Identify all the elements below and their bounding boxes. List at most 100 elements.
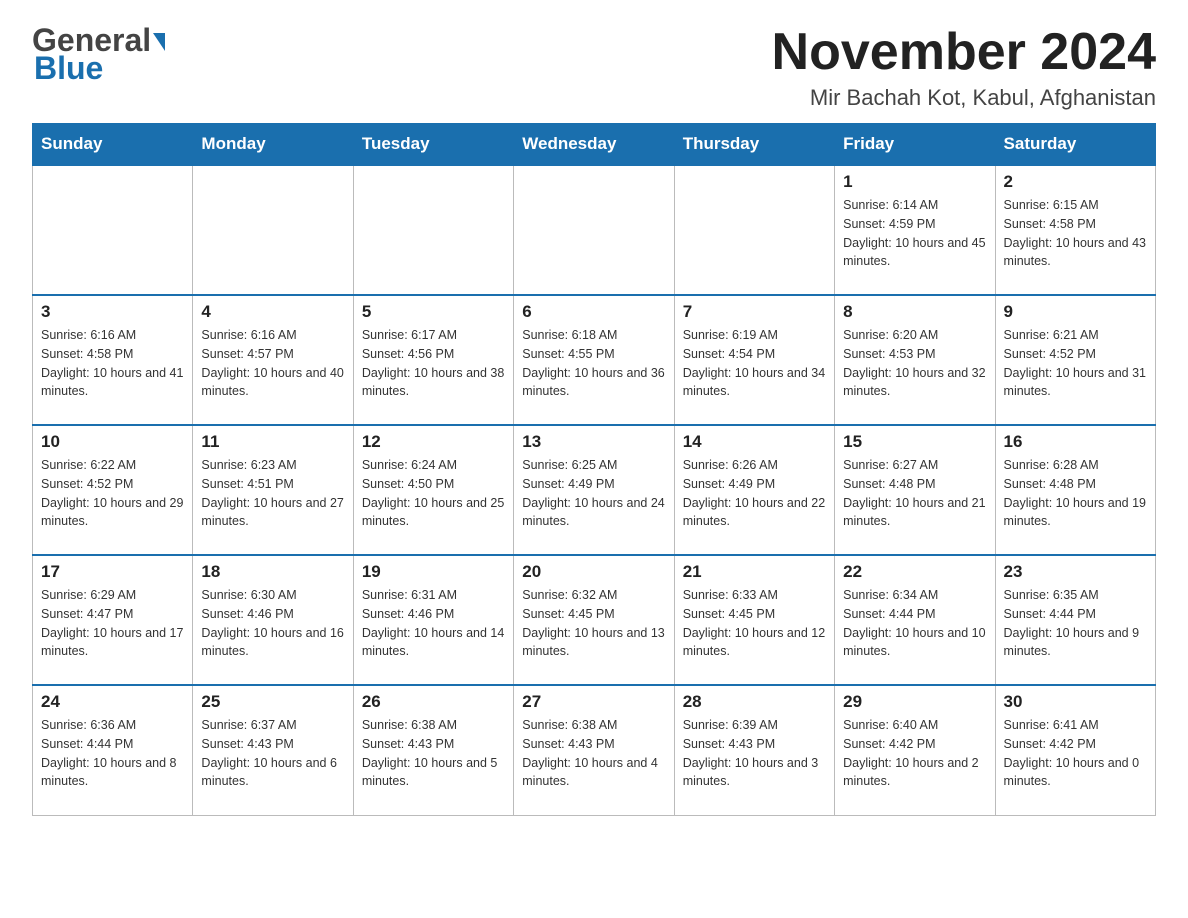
calendar-header-wednesday: Wednesday — [514, 124, 674, 166]
day-number: 26 — [362, 692, 505, 712]
day-number: 24 — [41, 692, 184, 712]
calendar-cell: 9 Sunrise: 6:21 AMSunset: 4:52 PMDaylight… — [995, 295, 1155, 425]
day-info: Sunrise: 6:40 AMSunset: 4:42 PMDaylight:… — [843, 716, 986, 791]
day-info: Sunrise: 6:36 AMSunset: 4:44 PMDaylight:… — [41, 716, 184, 791]
day-number: 15 — [843, 432, 986, 452]
day-number: 5 — [362, 302, 505, 322]
calendar-cell: 27 Sunrise: 6:38 AMSunset: 4:43 PMDayligh… — [514, 685, 674, 815]
day-number: 11 — [201, 432, 344, 452]
day-info: Sunrise: 6:39 AMSunset: 4:43 PMDaylight:… — [683, 716, 826, 791]
calendar-cell — [514, 165, 674, 295]
day-number: 19 — [362, 562, 505, 582]
day-number: 4 — [201, 302, 344, 322]
day-info: Sunrise: 6:27 AMSunset: 4:48 PMDaylight:… — [843, 456, 986, 531]
calendar-cell: 6 Sunrise: 6:18 AMSunset: 4:55 PMDaylight… — [514, 295, 674, 425]
calendar-cell — [353, 165, 513, 295]
day-info: Sunrise: 6:38 AMSunset: 4:43 PMDaylight:… — [362, 716, 505, 791]
logo-triangle-icon — [153, 33, 165, 51]
calendar-cell: 14 Sunrise: 6:26 AMSunset: 4:49 PMDayligh… — [674, 425, 834, 555]
calendar-cell — [33, 165, 193, 295]
day-info: Sunrise: 6:26 AMSunset: 4:49 PMDaylight:… — [683, 456, 826, 531]
day-number: 13 — [522, 432, 665, 452]
calendar-header-row: SundayMondayTuesdayWednesdayThursdayFrid… — [33, 124, 1156, 166]
logo-blue-text: Blue — [34, 50, 103, 87]
calendar-cell: 8Sunrise: 6:20 AMSunset: 4:53 PMDaylight… — [835, 295, 995, 425]
calendar-cell: 3 Sunrise: 6:16 AMSunset: 4:58 PMDaylight… — [33, 295, 193, 425]
calendar-cell: 25Sunrise: 6:37 AMSunset: 4:43 PMDayligh… — [193, 685, 353, 815]
calendar-cell: 2 Sunrise: 6:15 AMSunset: 4:58 PMDaylight… — [995, 165, 1155, 295]
calendar-cell: 15 Sunrise: 6:27 AMSunset: 4:48 PMDayligh… — [835, 425, 995, 555]
calendar-cell: 10 Sunrise: 6:22 AMSunset: 4:52 PMDayligh… — [33, 425, 193, 555]
calendar-cell: 21 Sunrise: 6:33 AMSunset: 4:45 PMDayligh… — [674, 555, 834, 685]
day-number: 16 — [1004, 432, 1147, 452]
calendar-week-row: 24 Sunrise: 6:36 AMSunset: 4:44 PMDayligh… — [33, 685, 1156, 815]
day-number: 2 — [1004, 172, 1147, 192]
day-info: Sunrise: 6:16 AMSunset: 4:57 PMDaylight:… — [201, 326, 344, 401]
calendar-cell: 18Sunrise: 6:30 AMSunset: 4:46 PMDayligh… — [193, 555, 353, 685]
day-number: 29 — [843, 692, 986, 712]
day-number: 30 — [1004, 692, 1147, 712]
day-number: 22 — [843, 562, 986, 582]
calendar-header-thursday: Thursday — [674, 124, 834, 166]
day-info: Sunrise: 6:17 AMSunset: 4:56 PMDaylight:… — [362, 326, 505, 401]
calendar-header-tuesday: Tuesday — [353, 124, 513, 166]
calendar-cell: 23 Sunrise: 6:35 AMSunset: 4:44 PMDayligh… — [995, 555, 1155, 685]
calendar-cell: 13 Sunrise: 6:25 AMSunset: 4:49 PMDayligh… — [514, 425, 674, 555]
day-number: 28 — [683, 692, 826, 712]
calendar-header-sunday: Sunday — [33, 124, 193, 166]
calendar-cell: 5 Sunrise: 6:17 AMSunset: 4:56 PMDaylight… — [353, 295, 513, 425]
day-info: Sunrise: 6:25 AMSunset: 4:49 PMDaylight:… — [522, 456, 665, 531]
day-number: 14 — [683, 432, 826, 452]
day-number: 10 — [41, 432, 184, 452]
calendar-cell: 1Sunrise: 6:14 AMSunset: 4:59 PMDaylight… — [835, 165, 995, 295]
day-number: 21 — [683, 562, 826, 582]
calendar-header-monday: Monday — [193, 124, 353, 166]
calendar-cell: 28 Sunrise: 6:39 AMSunset: 4:43 PMDayligh… — [674, 685, 834, 815]
calendar-cell: 24 Sunrise: 6:36 AMSunset: 4:44 PMDayligh… — [33, 685, 193, 815]
calendar-cell — [193, 165, 353, 295]
day-info: Sunrise: 6:28 AMSunset: 4:48 PMDaylight:… — [1004, 456, 1147, 531]
title-area: November 2024 Mir Bachah Kot, Kabul, Afg… — [772, 24, 1156, 111]
calendar-cell: 22 Sunrise: 6:34 AMSunset: 4:44 PMDayligh… — [835, 555, 995, 685]
day-number: 12 — [362, 432, 505, 452]
day-info: Sunrise: 6:30 AMSunset: 4:46 PMDaylight:… — [201, 586, 344, 661]
day-number: 17 — [41, 562, 184, 582]
calendar-cell: 11 Sunrise: 6:23 AMSunset: 4:51 PMDayligh… — [193, 425, 353, 555]
day-info: Sunrise: 6:38 AMSunset: 4:43 PMDaylight:… — [522, 716, 665, 791]
day-number: 23 — [1004, 562, 1147, 582]
page-header: General Blue November 2024 Mir Bachah Ko… — [32, 24, 1156, 111]
day-info: Sunrise: 6:22 AMSunset: 4:52 PMDaylight:… — [41, 456, 184, 531]
day-info: Sunrise: 6:15 AMSunset: 4:58 PMDaylight:… — [1004, 196, 1147, 271]
calendar-cell: 7Sunrise: 6:19 AMSunset: 4:54 PMDaylight… — [674, 295, 834, 425]
calendar-cell: 29 Sunrise: 6:40 AMSunset: 4:42 PMDayligh… — [835, 685, 995, 815]
day-info: Sunrise: 6:16 AMSunset: 4:58 PMDaylight:… — [41, 326, 184, 401]
day-info: Sunrise: 6:35 AMSunset: 4:44 PMDaylight:… — [1004, 586, 1147, 661]
day-info: Sunrise: 6:23 AMSunset: 4:51 PMDaylight:… — [201, 456, 344, 531]
day-number: 3 — [41, 302, 184, 322]
day-info: Sunrise: 6:32 AMSunset: 4:45 PMDaylight:… — [522, 586, 665, 661]
day-info: Sunrise: 6:37 AMSunset: 4:43 PMDaylight:… — [201, 716, 344, 791]
calendar-week-row: 1Sunrise: 6:14 AMSunset: 4:59 PMDaylight… — [33, 165, 1156, 295]
day-number: 9 — [1004, 302, 1147, 322]
day-info: Sunrise: 6:18 AMSunset: 4:55 PMDaylight:… — [522, 326, 665, 401]
calendar-header-saturday: Saturday — [995, 124, 1155, 166]
day-number: 27 — [522, 692, 665, 712]
main-title: November 2024 — [772, 24, 1156, 81]
calendar-cell: 17 Sunrise: 6:29 AMSunset: 4:47 PMDayligh… — [33, 555, 193, 685]
day-info: Sunrise: 6:34 AMSunset: 4:44 PMDaylight:… — [843, 586, 986, 661]
calendar-cell: 30 Sunrise: 6:41 AMSunset: 4:42 PMDayligh… — [995, 685, 1155, 815]
calendar-table: SundayMondayTuesdayWednesdayThursdayFrid… — [32, 123, 1156, 816]
subtitle: Mir Bachah Kot, Kabul, Afghanistan — [772, 85, 1156, 111]
day-number: 1 — [843, 172, 986, 192]
day-info: Sunrise: 6:41 AMSunset: 4:42 PMDaylight:… — [1004, 716, 1147, 791]
calendar-cell — [674, 165, 834, 295]
day-number: 6 — [522, 302, 665, 322]
calendar-cell: 12Sunrise: 6:24 AMSunset: 4:50 PMDayligh… — [353, 425, 513, 555]
day-info: Sunrise: 6:33 AMSunset: 4:45 PMDaylight:… — [683, 586, 826, 661]
day-info: Sunrise: 6:21 AMSunset: 4:52 PMDaylight:… — [1004, 326, 1147, 401]
day-info: Sunrise: 6:29 AMSunset: 4:47 PMDaylight:… — [41, 586, 184, 661]
logo: General Blue — [32, 24, 165, 87]
calendar-cell: 16 Sunrise: 6:28 AMSunset: 4:48 PMDayligh… — [995, 425, 1155, 555]
calendar-week-row: 3 Sunrise: 6:16 AMSunset: 4:58 PMDaylight… — [33, 295, 1156, 425]
day-info: Sunrise: 6:20 AMSunset: 4:53 PMDaylight:… — [843, 326, 986, 401]
